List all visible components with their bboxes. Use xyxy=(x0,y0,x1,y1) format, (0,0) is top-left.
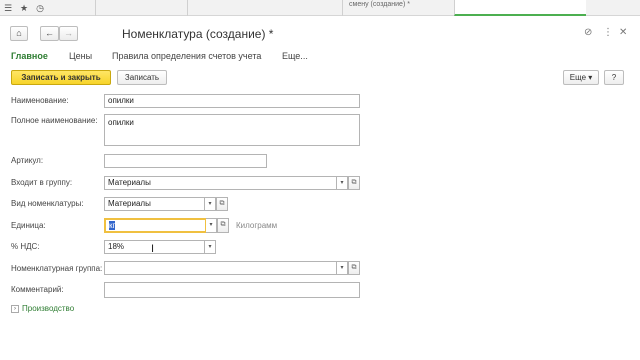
comment-field[interactable] xyxy=(104,282,360,298)
more-menu-button[interactable]: Еще ▾ xyxy=(563,70,599,85)
history-icon[interactable]: ◷ xyxy=(32,0,48,16)
production-group-toggle[interactable]: › Производство xyxy=(11,303,74,315)
unit-value: кг xyxy=(109,221,116,230)
article-field[interactable] xyxy=(104,154,267,168)
name-label: Наименование: xyxy=(11,96,69,105)
window-tab-active[interactable] xyxy=(454,0,586,16)
save-and-close-button[interactable]: Записать и закрыть xyxy=(11,70,111,85)
full-name-field[interactable]: опилки xyxy=(104,114,360,146)
save-button[interactable]: Записать xyxy=(117,70,167,85)
chevron-down-icon[interactable]: ▾ xyxy=(337,261,348,275)
group-field[interactable]: Материалы xyxy=(104,176,337,190)
unit-label: Единица: xyxy=(11,221,46,230)
production-link: Производство xyxy=(22,304,75,313)
home-button[interactable]: ⌂ xyxy=(10,26,28,41)
vat-field[interactable]: 18% xyxy=(104,240,205,254)
unit-hint: Килограмм xyxy=(236,221,278,230)
section-prices[interactable]: Цены xyxy=(69,51,92,61)
open-form-icon[interactable]: ⧉ xyxy=(348,176,360,190)
vat-label: % НДС: xyxy=(11,242,40,251)
help-button[interactable]: ? xyxy=(604,70,624,85)
kind-field[interactable]: Материалы xyxy=(104,197,205,211)
window-tab[interactable]: смену (создание) * xyxy=(342,0,454,16)
chevron-down-icon[interactable]: ▾ xyxy=(337,176,348,190)
forward-button[interactable]: → xyxy=(59,26,78,41)
expand-icon: › xyxy=(11,304,19,313)
open-form-icon[interactable]: ⧉ xyxy=(216,197,228,211)
chevron-down-icon[interactable]: ▾ xyxy=(205,240,216,254)
nom-group-label: Номенклатурная группа: xyxy=(11,264,103,273)
open-form-icon[interactable]: ⧉ xyxy=(348,261,360,275)
link-icon[interactable]: ⊘ xyxy=(584,27,592,39)
section-account-rules[interactable]: Правила определения счетов учета xyxy=(112,51,261,61)
chevron-down-icon: ▾ xyxy=(588,73,593,82)
window-tab[interactable] xyxy=(187,0,342,16)
arrow-right-icon: → xyxy=(64,28,73,38)
open-form-icon[interactable]: ⧉ xyxy=(217,218,229,233)
chevron-down-icon[interactable]: ▾ xyxy=(205,197,216,211)
menu-icon[interactable]: ☰ xyxy=(0,0,16,16)
section-more[interactable]: Еще... xyxy=(282,51,308,61)
page-title: Номенклатура (создание) * xyxy=(122,27,274,41)
back-button[interactable]: ← xyxy=(40,26,59,41)
home-icon: ⌂ xyxy=(16,28,22,38)
kind-label: Вид номенклатуры: xyxy=(11,199,84,208)
window-tab[interactable] xyxy=(95,0,187,16)
window-tab-bar: ☰ ★ ◷ смену (создание) * xyxy=(0,0,640,16)
favorites-star-icon[interactable]: ★ xyxy=(16,0,32,16)
group-label: Входит в группу: xyxy=(11,178,73,187)
full-name-label: Полное наименование: xyxy=(11,116,98,125)
article-label: Артикул: xyxy=(11,156,44,165)
arrow-left-icon: ← xyxy=(45,28,54,38)
nom-group-field[interactable] xyxy=(104,261,337,275)
name-field[interactable]: опилки xyxy=(104,94,360,108)
chevron-down-icon[interactable]: ▾ xyxy=(206,218,217,233)
comment-label: Комментарий: xyxy=(11,285,64,294)
text-cursor-icon: I xyxy=(151,243,155,255)
more-actions-icon[interactable]: ⋮ xyxy=(603,27,613,39)
section-main[interactable]: Главное xyxy=(11,51,48,61)
unit-field[interactable]: кг xyxy=(104,218,207,233)
close-icon[interactable]: ✕ xyxy=(619,27,627,39)
